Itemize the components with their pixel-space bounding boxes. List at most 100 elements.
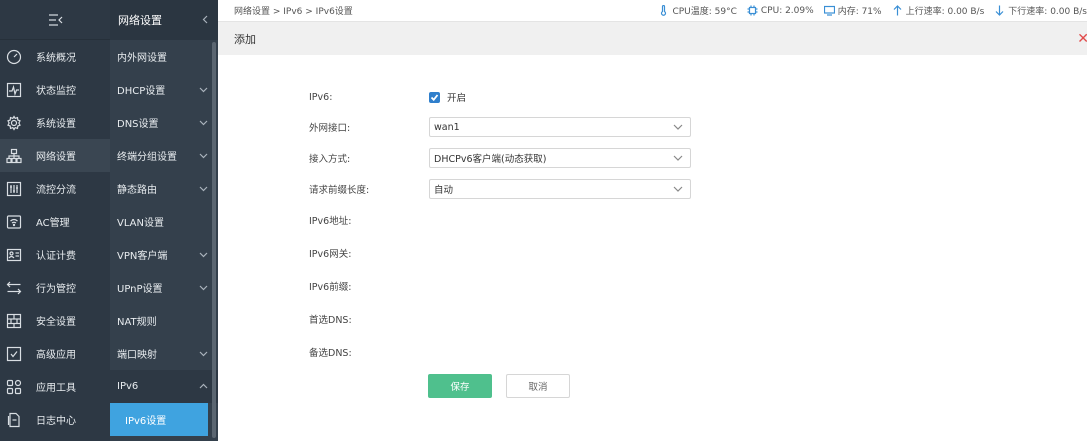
secondary-dns-row: 备选DNS: bbox=[309, 342, 429, 362]
sidebar-item-system-settings[interactable]: 系统设置 bbox=[0, 106, 110, 139]
submenu-item-lan-wan[interactable]: 内外网设置 bbox=[110, 40, 218, 73]
upload-stat: 上行速率: 0.00 B/s bbox=[892, 4, 985, 17]
breadcrumb: 网络设置 > IPv6 > IPv6设置 bbox=[234, 7, 353, 17]
submenu-item-label: DNS设置 bbox=[117, 119, 159, 130]
chevron-down-icon bbox=[673, 186, 683, 192]
sidebar-item-behavior-control[interactable]: 行为管控 bbox=[0, 271, 110, 304]
arrows-swap-icon bbox=[6, 280, 22, 296]
access-mode-label: 接入方式: bbox=[309, 154, 351, 165]
sidebar-item-label: 认证计费 bbox=[36, 251, 76, 262]
arrow-up-icon bbox=[893, 5, 902, 16]
submenu-item-upnp[interactable]: UPnP设置 bbox=[110, 271, 218, 304]
sidebar-item-app-tools[interactable]: 应用工具 bbox=[0, 370, 110, 403]
checklist-icon bbox=[6, 346, 22, 362]
access-mode-value: DHCPv6客户端(动态获取) bbox=[434, 154, 547, 165]
sidebar-item-auth-billing[interactable]: 认证计费 bbox=[0, 238, 110, 271]
wifi-icon bbox=[6, 214, 22, 230]
chevron-up-icon bbox=[199, 382, 208, 391]
chevron-down-icon bbox=[673, 124, 683, 130]
chevron-down-icon bbox=[199, 85, 208, 94]
submenu-item-nat-rules[interactable]: NAT规则 bbox=[110, 304, 218, 337]
ipv6-address-row: IPv6地址: bbox=[309, 210, 429, 230]
sidebar-item-log-center[interactable]: 日志中心 bbox=[0, 403, 110, 436]
submenu-item-label: 内外网设置 bbox=[117, 53, 167, 64]
apps-grid-icon bbox=[6, 379, 22, 395]
upload-value: 上行速率: 0.00 B/s bbox=[905, 7, 985, 17]
prefix-length-value: 自动 bbox=[434, 185, 454, 196]
network-icon bbox=[6, 148, 22, 164]
close-icon[interactable]: ✕ bbox=[1077, 31, 1087, 47]
sidebar-item-overview[interactable]: 系统概况 bbox=[0, 40, 110, 73]
cpu-value: CPU: 2.09% bbox=[760, 5, 814, 16]
cpu-chip-icon bbox=[747, 5, 758, 16]
access-mode-select[interactable]: DHCPv6客户端(动态获取) bbox=[429, 148, 691, 168]
cancel-button[interactable]: 取消 bbox=[506, 374, 570, 398]
secondary-sidebar-header: 网络设置 bbox=[110, 0, 218, 40]
submenu-item-label: IPv6 bbox=[117, 381, 139, 392]
chevron-down-icon bbox=[199, 184, 208, 193]
menu-collapse-button[interactable] bbox=[0, 0, 110, 40]
sidebar-item-flow-control[interactable]: 流控分流 bbox=[0, 172, 110, 205]
wan-interface-label: 外网接口: bbox=[309, 123, 351, 134]
submenu-subitem-ipv6-settings[interactable]: IPv6设置 bbox=[110, 403, 208, 436]
top-status-bar: 网络设置 > IPv6 > IPv6设置 CPU温度: 59°C CPU: 2.… bbox=[218, 0, 1087, 22]
system-stats: CPU温度: 59°C CPU: 2.09% 内存: 71% 上行速率: 0.0… bbox=[648, 4, 1087, 17]
submenu-item-static-routes[interactable]: 静态路由 bbox=[110, 172, 218, 205]
primary-dns-label: 首选DNS: bbox=[309, 315, 352, 326]
ipv6-gateway-row: IPv6网关: bbox=[309, 243, 429, 263]
log-document-icon bbox=[6, 412, 22, 428]
submenu-item-label: DHCP设置 bbox=[117, 86, 166, 97]
chevron-down-icon bbox=[199, 151, 208, 160]
cpu-stat: CPU: 2.09% bbox=[747, 5, 814, 16]
arrow-down-icon bbox=[995, 5, 1004, 16]
save-button[interactable]: 保存 bbox=[428, 374, 492, 398]
secondary-dns-label: 备选DNS: bbox=[309, 348, 352, 359]
submenu-item-dhcp[interactable]: DHCP设置 bbox=[110, 73, 218, 106]
ipv6-enable-text: 开启 bbox=[447, 93, 467, 104]
secondary-sidebar-title: 网络设置 bbox=[118, 14, 162, 27]
ipv6-prefix-row: IPv6前缀: bbox=[309, 276, 429, 296]
ipv6-address-label: IPv6地址: bbox=[309, 216, 352, 227]
sidebar-item-label: 状态监控 bbox=[36, 86, 76, 97]
ipv6-enable-checkbox[interactable] bbox=[429, 91, 440, 103]
sidebar-item-status-monitor[interactable]: 状态监控 bbox=[0, 73, 110, 106]
primary-dns-row: 首选DNS: bbox=[309, 309, 429, 329]
sidebar-item-label: 高级应用 bbox=[36, 350, 76, 361]
memory-value: 内存: 71% bbox=[837, 7, 882, 17]
download-value: 下行速率: 0.00 B/s bbox=[1008, 7, 1087, 17]
chevron-down-icon bbox=[673, 155, 683, 161]
wan-interface-value: wan1 bbox=[434, 121, 460, 133]
submenu-item-vlan[interactable]: VLAN设置 bbox=[110, 205, 218, 238]
wan-interface-select[interactable]: wan1 bbox=[429, 117, 691, 137]
gear-icon bbox=[6, 114, 22, 131]
submenu-item-terminal-groups[interactable]: 终端分组设置 bbox=[110, 139, 218, 172]
submenu-subitem-label: IPv6设置 bbox=[125, 416, 167, 427]
chevron-down-icon bbox=[199, 118, 208, 127]
sidebar-item-label: 日志中心 bbox=[36, 416, 76, 427]
ipv6-form: IPv6: 开启 外网接口: wan1 接入方式: DHCPv6客户端(动态获取… bbox=[218, 55, 1087, 441]
panel-title: 添加 bbox=[234, 32, 256, 46]
chevron-left-icon[interactable] bbox=[201, 14, 210, 27]
sidebar-item-security[interactable]: 安全设置 bbox=[0, 304, 110, 337]
memory-stat: 内存: 71% bbox=[823, 4, 882, 17]
submenu-item-label: VLAN设置 bbox=[117, 218, 164, 229]
submenu-item-ipv6[interactable]: IPv6 bbox=[110, 370, 218, 403]
prefix-length-select[interactable]: 自动 bbox=[429, 179, 691, 199]
submenu-item-label: NAT规则 bbox=[117, 317, 157, 328]
ipv6-prefix-label: IPv6前缀: bbox=[309, 282, 352, 293]
access-mode-row: 接入方式: DHCPv6客户端(动态获取) bbox=[309, 148, 691, 168]
sidebar-item-advanced-apps[interactable]: 高级应用 bbox=[0, 337, 110, 370]
primary-sidebar: 系统概况 状态监控 系统设置 网络设置 流控分流 AC管理 认证计费 行为管控 … bbox=[0, 0, 110, 441]
download-stat: 下行速率: 0.00 B/s bbox=[994, 4, 1087, 17]
sidebar-item-ac-management[interactable]: AC管理 bbox=[0, 205, 110, 238]
prefix-length-label: 请求前缀长度: bbox=[309, 185, 370, 196]
prefix-length-row: 请求前缀长度: 自动 bbox=[309, 179, 691, 199]
submenu-item-vpn-client[interactable]: VPN客户端 bbox=[110, 238, 218, 271]
sidebar-scrollbar[interactable] bbox=[212, 42, 216, 438]
firewall-icon bbox=[6, 313, 22, 329]
submenu-item-port-mapping[interactable]: 端口映射 bbox=[110, 337, 218, 370]
sidebar-item-network-settings[interactable]: 网络设置 bbox=[0, 139, 110, 172]
id-card-icon bbox=[6, 247, 22, 263]
sidebar-item-label: AC管理 bbox=[36, 218, 70, 229]
submenu-item-dns[interactable]: DNS设置 bbox=[110, 106, 218, 139]
